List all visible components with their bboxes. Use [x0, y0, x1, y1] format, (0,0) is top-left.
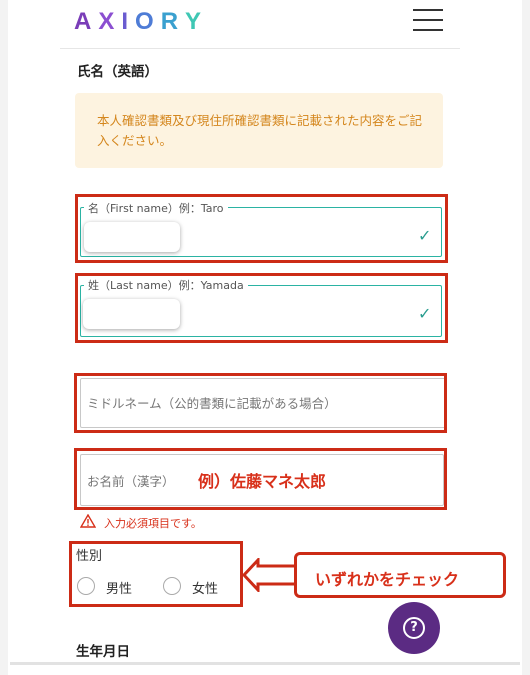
axiory-logo[interactable]: AXIORY — [74, 8, 208, 36]
question-icon: ? — [403, 617, 425, 639]
annotation-frame-kanji-name — [74, 448, 447, 510]
help-button[interactable]: ? — [388, 602, 440, 654]
annotation-frame-last-name — [75, 273, 448, 343]
logo-letter: A — [74, 8, 99, 35]
logo-letter: R — [160, 8, 186, 35]
page-margin-right — [522, 0, 530, 675]
logo-letter: O — [135, 8, 161, 35]
page-margin-left — [0, 0, 8, 675]
annotation-frame-first-name — [75, 194, 448, 263]
annotation-callout-text: いずれかをチェック — [315, 570, 460, 589]
warning-icon — [80, 514, 96, 528]
hamburger-menu-icon[interactable] — [413, 9, 443, 33]
annotation-frame-middle-name — [74, 373, 447, 433]
name-english-section-title: 氏名（英語） — [77, 64, 158, 80]
info-notice: 本人確認書類及び現住所確認書類に記載された内容をご記入ください。 — [75, 93, 443, 168]
site-header: AXIORY — [60, 0, 460, 49]
annotation-callout: いずれかをチェック — [294, 552, 506, 598]
logo-letter: Y — [185, 8, 209, 35]
logo-letter: X — [98, 8, 122, 35]
required-error-text: 入力必須項目です。 — [104, 517, 202, 530]
callout-arrow — [241, 558, 296, 592]
birthdate-section-title: 生年月日 — [76, 644, 130, 660]
bottom-divider — [10, 662, 520, 665]
annotation-frame-gender — [69, 541, 243, 607]
logo-letter: I — [121, 8, 136, 35]
info-notice-text: 本人確認書類及び現住所確認書類に記載された内容をご記入ください。 — [97, 113, 423, 148]
